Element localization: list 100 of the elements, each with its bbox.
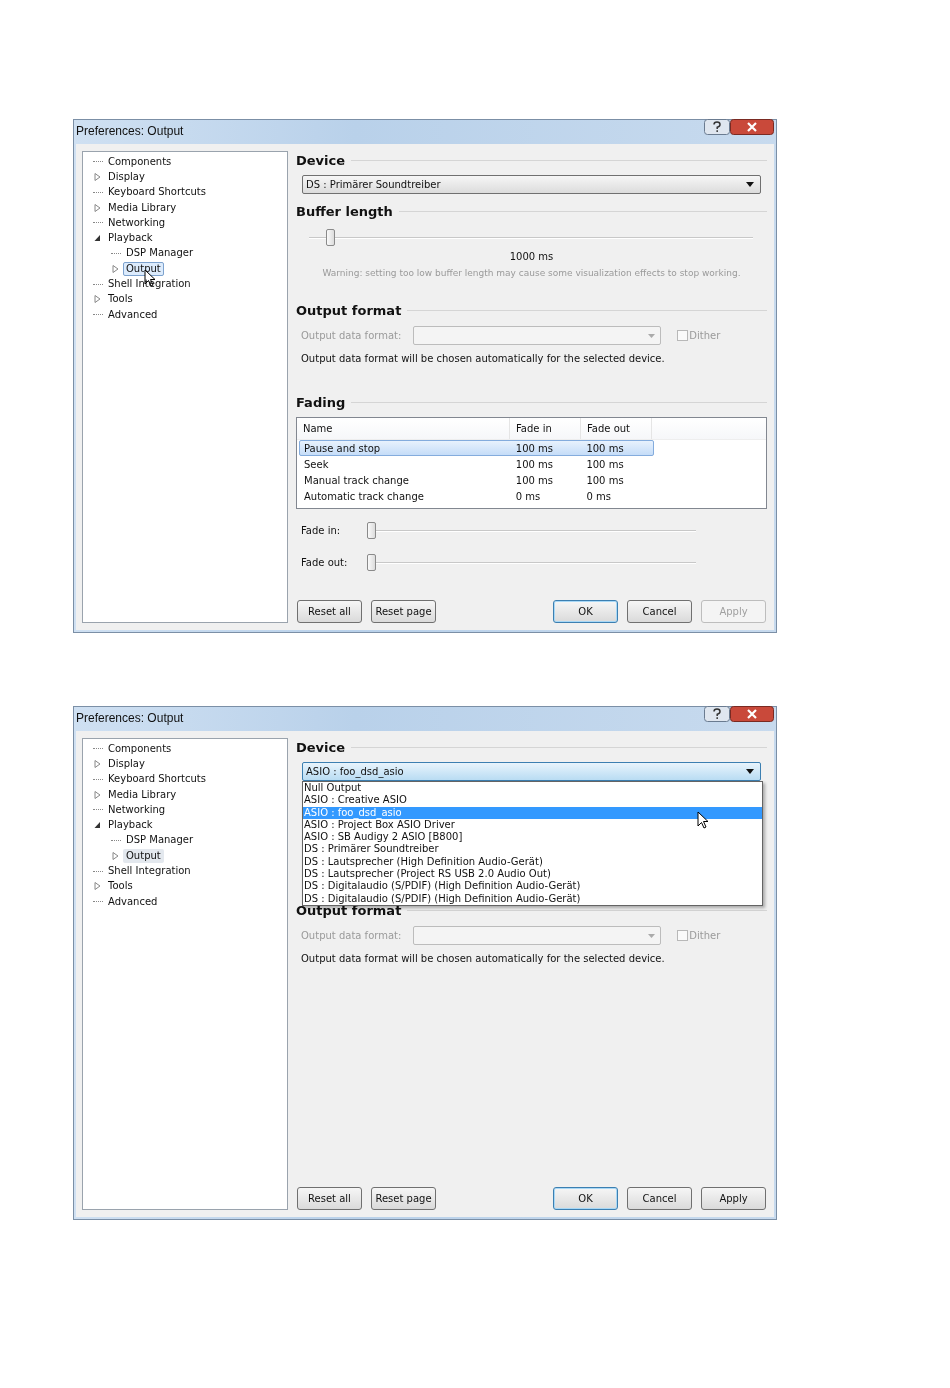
collapsed-triangle-icon[interactable]	[94, 882, 101, 891]
tree-item[interactable]: Components	[105, 741, 175, 756]
table-cell-text: Manual track change	[303, 474, 410, 486]
table-row[interactable]: Pause and stop 100 ms 100 ms	[299, 440, 654, 456]
slider-label: Fade out:	[301, 557, 349, 568]
close-icon[interactable]	[730, 706, 774, 722]
table-cell-text: 100 ms	[585, 458, 625, 470]
section-heading: Output format	[296, 302, 402, 318]
expanded-triangle-icon[interactable]	[94, 821, 101, 830]
dialog-button[interactable]: Reset page	[371, 600, 436, 623]
checkbox[interactable]	[677, 930, 689, 941]
section-heading: Fading	[296, 394, 346, 410]
table-cell-text: 100 ms	[585, 474, 625, 486]
tree-item[interactable]: Tools	[105, 879, 136, 894]
tree-item[interactable]: Tools	[105, 292, 136, 307]
device-dropdown[interactable]: ASIO : foo_dsd_asio	[302, 762, 761, 781]
collapsed-triangle-icon[interactable]	[112, 851, 119, 860]
dropdown-option[interactable]: DS : Digitalaudio (S/PDIF) (High Definition Audio-Gerät)	[303, 892, 762, 905]
field-label: Output data format:	[301, 930, 402, 941]
slider-thumb[interactable]	[367, 521, 376, 539]
collapsed-triangle-icon[interactable]	[94, 759, 101, 768]
close-icon[interactable]	[730, 119, 774, 135]
checkbox[interactable]	[677, 330, 689, 341]
dialog-button[interactable]: OK	[553, 600, 618, 623]
section-heading: Device	[296, 739, 346, 755]
tree-item[interactable]: Networking	[105, 802, 169, 817]
collapsed-triangle-icon[interactable]	[94, 790, 101, 799]
help-icon[interactable]	[704, 706, 730, 722]
dropdown-arrow-icon	[648, 933, 656, 938]
table-row[interactable]: Seek 100 ms 100 ms	[299, 456, 654, 472]
info-text: Output data format will be chosen automatically for the selected device.	[300, 952, 666, 964]
tree-item[interactable]: Keyboard Shortcuts	[105, 772, 209, 787]
table-row[interactable]: Automatic track change 0 ms 0 ms	[299, 488, 654, 504]
collapsed-triangle-icon[interactable]	[112, 264, 119, 273]
dialog-button[interactable]: Reset all	[297, 1187, 362, 1210]
window-title: Preferences: Output	[76, 711, 184, 725]
tree-item[interactable]: Advanced	[105, 307, 161, 322]
dialog-button[interactable]: Apply	[701, 1187, 766, 1210]
table-cell-text: Seek	[303, 458, 330, 470]
expanded-triangle-icon[interactable]	[94, 234, 101, 243]
tree-item[interactable]: DSP Manager	[123, 246, 197, 261]
tree-item[interactable]: Shell Integration	[105, 864, 194, 878]
dropdown-option[interactable]: DS : Primärer Soundtreiber	[303, 843, 762, 856]
column-header[interactable]: Fade out	[581, 418, 652, 439]
dialog-button[interactable]: Cancel	[627, 600, 692, 623]
field-label: Output data format:	[301, 330, 402, 341]
tree-item[interactable]: Playback	[105, 231, 156, 246]
dialog-button[interactable]: Reset page	[371, 1187, 436, 1210]
tree-item[interactable]: Networking	[105, 215, 169, 230]
section-heading: Output format	[296, 902, 402, 918]
info-text: Output data format will be chosen automatically for the selected device.	[300, 352, 666, 364]
collapsed-triangle-icon[interactable]	[94, 295, 101, 304]
table-cell-text: 100 ms	[514, 458, 554, 470]
dropdown-option[interactable]: ASIO : SB Audigy 2 ASIO [B800]	[303, 831, 762, 844]
dropdown-option[interactable]: DS : Lautsprecher (Project RS USB 2.0 Audio Out)	[303, 868, 762, 881]
tree-item[interactable]: Display	[105, 169, 148, 184]
dropdown-option[interactable]: ASIO : Creative ASIO	[303, 794, 762, 807]
tree-item[interactable]: Components	[105, 154, 175, 169]
checkbox-label: Dither	[689, 330, 721, 341]
checkbox-label: Dither	[689, 930, 721, 941]
dialog-button[interactable]: OK	[553, 1187, 618, 1210]
buffer-reading: 1000 ms	[508, 251, 555, 262]
tree-item[interactable]: Output	[123, 848, 164, 863]
tree-item[interactable]: Keyboard Shortcuts	[105, 185, 209, 200]
slider-label: Fade in:	[301, 525, 342, 536]
section-heading: Buffer length	[296, 203, 393, 219]
warning-text: Warning: setting too low buffer length may cause some visualization effects to stop working.	[321, 268, 742, 278]
mouse-pointer-icon	[697, 810, 709, 829]
help-icon[interactable]	[704, 119, 730, 135]
tree-item[interactable]: Playback	[105, 818, 156, 833]
collapsed-triangle-icon[interactable]	[94, 172, 101, 181]
column-header[interactable]: Fade in	[510, 418, 581, 439]
tree-item[interactable]: Media Library	[105, 200, 180, 215]
slider-thumb[interactable]	[367, 553, 376, 571]
dialog-button[interactable]: Cancel	[627, 1187, 692, 1210]
table-cell-text: Automatic track change	[303, 490, 425, 502]
dropdown-arrow-icon	[746, 769, 754, 774]
slider-thumb[interactable]	[326, 229, 336, 246]
dropdown-option[interactable]: ASIO : Project Box ASIO Driver	[303, 818, 762, 832]
table-cell-text: 0 ms	[514, 490, 542, 502]
dropdown-option[interactable]: DS : Lautsprecher (High Definition Audio-Gerät)	[303, 855, 762, 869]
dropdown-arrow-icon	[648, 333, 656, 338]
dialog-button[interactable]: Reset all	[297, 600, 362, 623]
tree-item[interactable]: Display	[105, 756, 148, 771]
table-row[interactable]: Manual track change 100 ms 100 ms	[299, 472, 654, 488]
table-cell-text: 100 ms	[514, 474, 554, 486]
section-heading: Device	[296, 152, 346, 168]
tree-item[interactable]: Shell Integration	[105, 277, 194, 291]
table-cell-text: 0 ms	[585, 490, 612, 502]
device-dropdown[interactable]: DS : Primärer Soundtreiber	[302, 175, 761, 194]
table-cell-text: 100 ms	[585, 442, 625, 454]
table-cell-text: 100 ms	[514, 442, 554, 454]
tree-item[interactable]: Advanced	[105, 894, 161, 909]
dropdown-option[interactable]: Null Output	[303, 782, 762, 795]
collapsed-triangle-icon[interactable]	[94, 203, 101, 212]
dropdown-option[interactable]: DS : Digitalaudio (S/PDIF) (High Definition Audio-Gerät)	[303, 880, 762, 893]
column-header[interactable]: Name	[297, 418, 510, 439]
tree-item[interactable]: Media Library	[105, 787, 180, 802]
window-title: Preferences: Output	[76, 124, 184, 138]
tree-item[interactable]: DSP Manager	[123, 833, 197, 848]
